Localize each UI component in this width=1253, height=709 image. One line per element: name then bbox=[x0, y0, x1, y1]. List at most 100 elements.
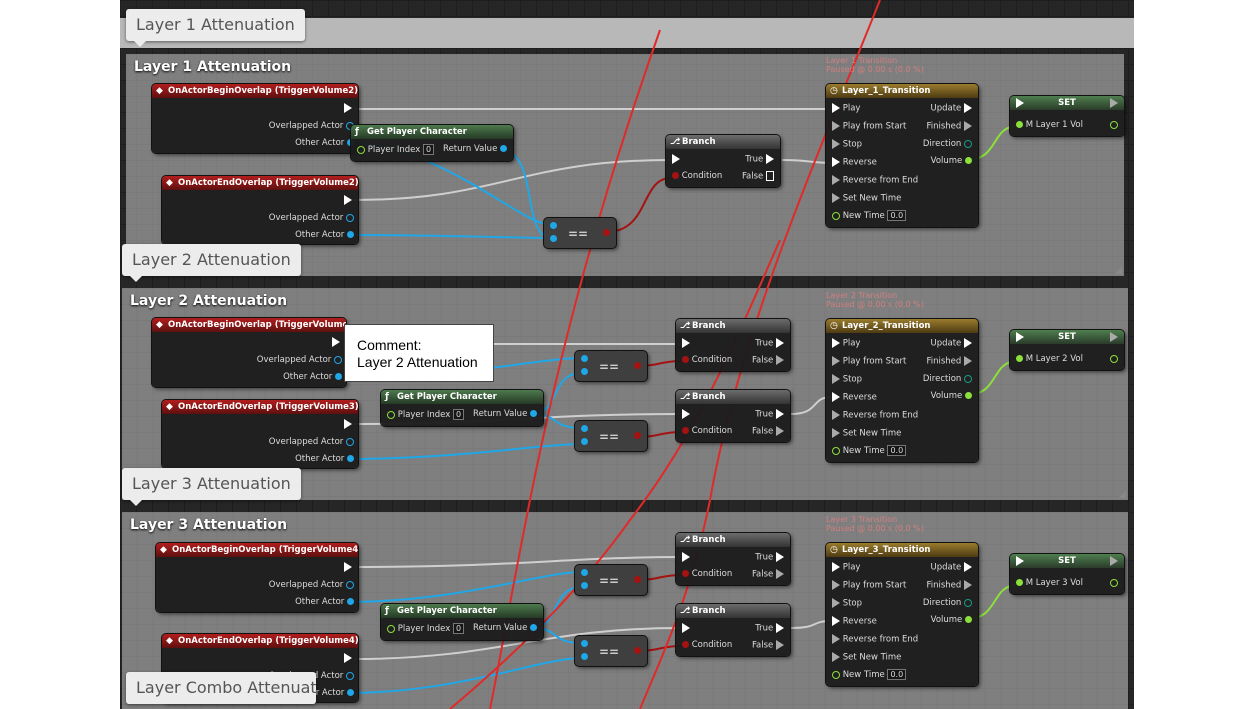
exec-in-pin[interactable] bbox=[672, 154, 680, 164]
other-actor-pin[interactable] bbox=[335, 373, 342, 380]
get-player-character-node[interactable]: ƒ Get Player Character Player Index 0 Ret… bbox=[351, 125, 513, 161]
finished-pin[interactable] bbox=[964, 121, 972, 131]
set-variable-node[interactable]: SET M Layer 1 Vol bbox=[1010, 96, 1124, 136]
equals-input-a-pin[interactable] bbox=[581, 640, 588, 647]
equals-output-pin[interactable] bbox=[634, 576, 641, 583]
set-output-pin[interactable] bbox=[1110, 120, 1118, 129]
equals-input-a-pin[interactable] bbox=[581, 425, 588, 432]
get-player-character-node[interactable]: ƒ Get Player Character Player Index 0 Ret… bbox=[381, 390, 543, 426]
exec-in-pin[interactable] bbox=[682, 552, 690, 562]
volume-pin[interactable] bbox=[965, 392, 972, 399]
false-exec-pin[interactable] bbox=[776, 569, 784, 579]
play-pin[interactable] bbox=[832, 338, 840, 348]
equals-input-b-pin[interactable] bbox=[581, 582, 588, 589]
overlapped-actor-pin[interactable] bbox=[334, 355, 342, 364]
equals-input-b-pin[interactable] bbox=[581, 653, 588, 660]
exec-out-pin[interactable] bbox=[332, 337, 340, 347]
exec-out-pin[interactable] bbox=[1110, 556, 1118, 566]
set-new-time-pin[interactable] bbox=[832, 193, 840, 203]
set-output-pin[interactable] bbox=[1110, 578, 1118, 587]
other-actor-pin[interactable] bbox=[347, 689, 354, 696]
finished-pin[interactable] bbox=[964, 356, 972, 366]
reverse-pin[interactable] bbox=[832, 157, 840, 167]
branch-node[interactable]: ⎇ Branch True Condition False bbox=[676, 604, 790, 656]
exec-in-pin[interactable] bbox=[682, 623, 690, 633]
other-actor-pin[interactable] bbox=[347, 231, 354, 238]
exec-in-pin[interactable] bbox=[1016, 556, 1024, 566]
new-time-field[interactable]: 0.0 bbox=[887, 210, 907, 221]
direction-pin[interactable] bbox=[964, 374, 972, 383]
reverse-pin[interactable] bbox=[832, 392, 840, 402]
equals-output-pin[interactable] bbox=[634, 647, 641, 654]
reverse-pin[interactable] bbox=[832, 616, 840, 626]
overlapped-actor-pin[interactable] bbox=[346, 580, 354, 589]
exec-in-pin[interactable] bbox=[1016, 98, 1024, 108]
condition-pin[interactable] bbox=[682, 427, 689, 434]
stop-pin[interactable] bbox=[832, 139, 840, 149]
equals-input-a-pin[interactable] bbox=[550, 222, 557, 229]
branch-node[interactable]: ⎇ Branch True Condition False bbox=[676, 533, 790, 585]
direction-pin[interactable] bbox=[964, 598, 972, 607]
set-output-pin[interactable] bbox=[1110, 354, 1118, 363]
return-value-pin[interactable] bbox=[530, 410, 537, 417]
set-value-pin[interactable] bbox=[1016, 121, 1023, 128]
player-index-pin[interactable] bbox=[387, 624, 395, 633]
equals-node[interactable]: == bbox=[575, 421, 647, 451]
set-variable-node[interactable]: SET M Layer 3 Vol bbox=[1010, 554, 1124, 594]
player-index-pin[interactable] bbox=[357, 145, 365, 154]
false-exec-pin[interactable] bbox=[776, 426, 784, 436]
exec-out-pin[interactable] bbox=[1110, 332, 1118, 342]
other-actor-pin[interactable] bbox=[347, 598, 354, 605]
condition-pin[interactable] bbox=[682, 570, 689, 577]
condition-pin[interactable] bbox=[682, 641, 689, 648]
equals-node[interactable]: == bbox=[544, 218, 616, 248]
exec-in-pin[interactable] bbox=[682, 409, 690, 419]
overlapped-actor-pin[interactable] bbox=[346, 213, 354, 222]
comment-bubble-layer-combo[interactable]: Layer Combo Attenuation bbox=[126, 672, 316, 704]
player-index-field[interactable]: 0 bbox=[452, 409, 465, 420]
equals-output-pin[interactable] bbox=[634, 362, 641, 369]
other-actor-pin[interactable] bbox=[347, 455, 354, 462]
false-exec-pin[interactable] bbox=[766, 171, 774, 181]
new-time-pin[interactable] bbox=[832, 446, 840, 455]
false-exec-pin[interactable] bbox=[776, 355, 784, 365]
event-begin-overlap-node[interactable]: ◆ OnActorBeginOverlap (TriggerVolume3) Ov… bbox=[152, 318, 346, 387]
volume-pin[interactable] bbox=[965, 616, 972, 623]
set-value-pin[interactable] bbox=[1016, 355, 1023, 362]
equals-output-pin[interactable] bbox=[603, 229, 610, 236]
return-value-pin[interactable] bbox=[530, 624, 537, 631]
player-index-field[interactable]: 0 bbox=[452, 623, 465, 634]
new-time-field[interactable]: 0.0 bbox=[887, 669, 907, 680]
comment-bubble-layer-3[interactable]: Layer 3 Attenuation bbox=[122, 468, 301, 506]
exec-out-pin[interactable] bbox=[344, 562, 352, 572]
get-player-character-node[interactable]: ƒ Get Player Character Player Index 0 Ret… bbox=[381, 604, 543, 640]
equals-input-b-pin[interactable] bbox=[581, 438, 588, 445]
event-begin-overlap-node[interactable]: ◆ OnActorBeginOverlap (TriggerVolume2) Ov… bbox=[152, 84, 358, 153]
direction-pin[interactable] bbox=[964, 139, 972, 148]
comment-bubble-layer-2[interactable]: Layer 2 Attenuation bbox=[122, 244, 301, 282]
branch-node[interactable]: ⎇ Branch True Condition False bbox=[676, 319, 790, 371]
branch-node[interactable]: ⎇ Branch True Condition False bbox=[666, 135, 780, 187]
exec-out-pin[interactable] bbox=[1110, 98, 1118, 108]
set-new-time-pin[interactable] bbox=[832, 652, 840, 662]
play-from-start-pin[interactable] bbox=[832, 121, 840, 131]
equals-input-b-pin[interactable] bbox=[581, 368, 588, 375]
timeline-node[interactable]: ◷ Layer_2_Transition Play Play from Start… bbox=[826, 319, 978, 462]
timeline-node[interactable]: ◷ Layer_1_Transition Play Play from Start… bbox=[826, 84, 978, 227]
overlapped-actor-pin[interactable] bbox=[346, 437, 354, 446]
event-end-overlap-node[interactable]: ◆ OnActorEndOverlap (TriggerVolume2) Over… bbox=[162, 176, 358, 244]
new-time-pin[interactable] bbox=[832, 211, 840, 220]
reverse-from-end-pin[interactable] bbox=[832, 410, 840, 420]
timeline-node[interactable]: ◷ Layer_3_Transition Play Play from Start… bbox=[826, 543, 978, 686]
true-exec-pin[interactable] bbox=[766, 154, 774, 164]
reverse-from-end-pin[interactable] bbox=[832, 175, 840, 185]
equals-node[interactable]: == bbox=[575, 636, 647, 666]
play-pin[interactable] bbox=[832, 562, 840, 572]
event-begin-overlap-node[interactable]: ◆ OnActorBeginOverlap (TriggerVolume4) Ov… bbox=[156, 543, 358, 612]
exec-out-pin[interactable] bbox=[344, 103, 352, 113]
new-time-field[interactable]: 0.0 bbox=[887, 445, 907, 456]
true-exec-pin[interactable] bbox=[776, 623, 784, 633]
exec-in-pin[interactable] bbox=[1016, 332, 1024, 342]
set-variable-node[interactable]: SET M Layer 2 Vol bbox=[1010, 330, 1124, 370]
equals-node[interactable]: == bbox=[575, 351, 647, 381]
